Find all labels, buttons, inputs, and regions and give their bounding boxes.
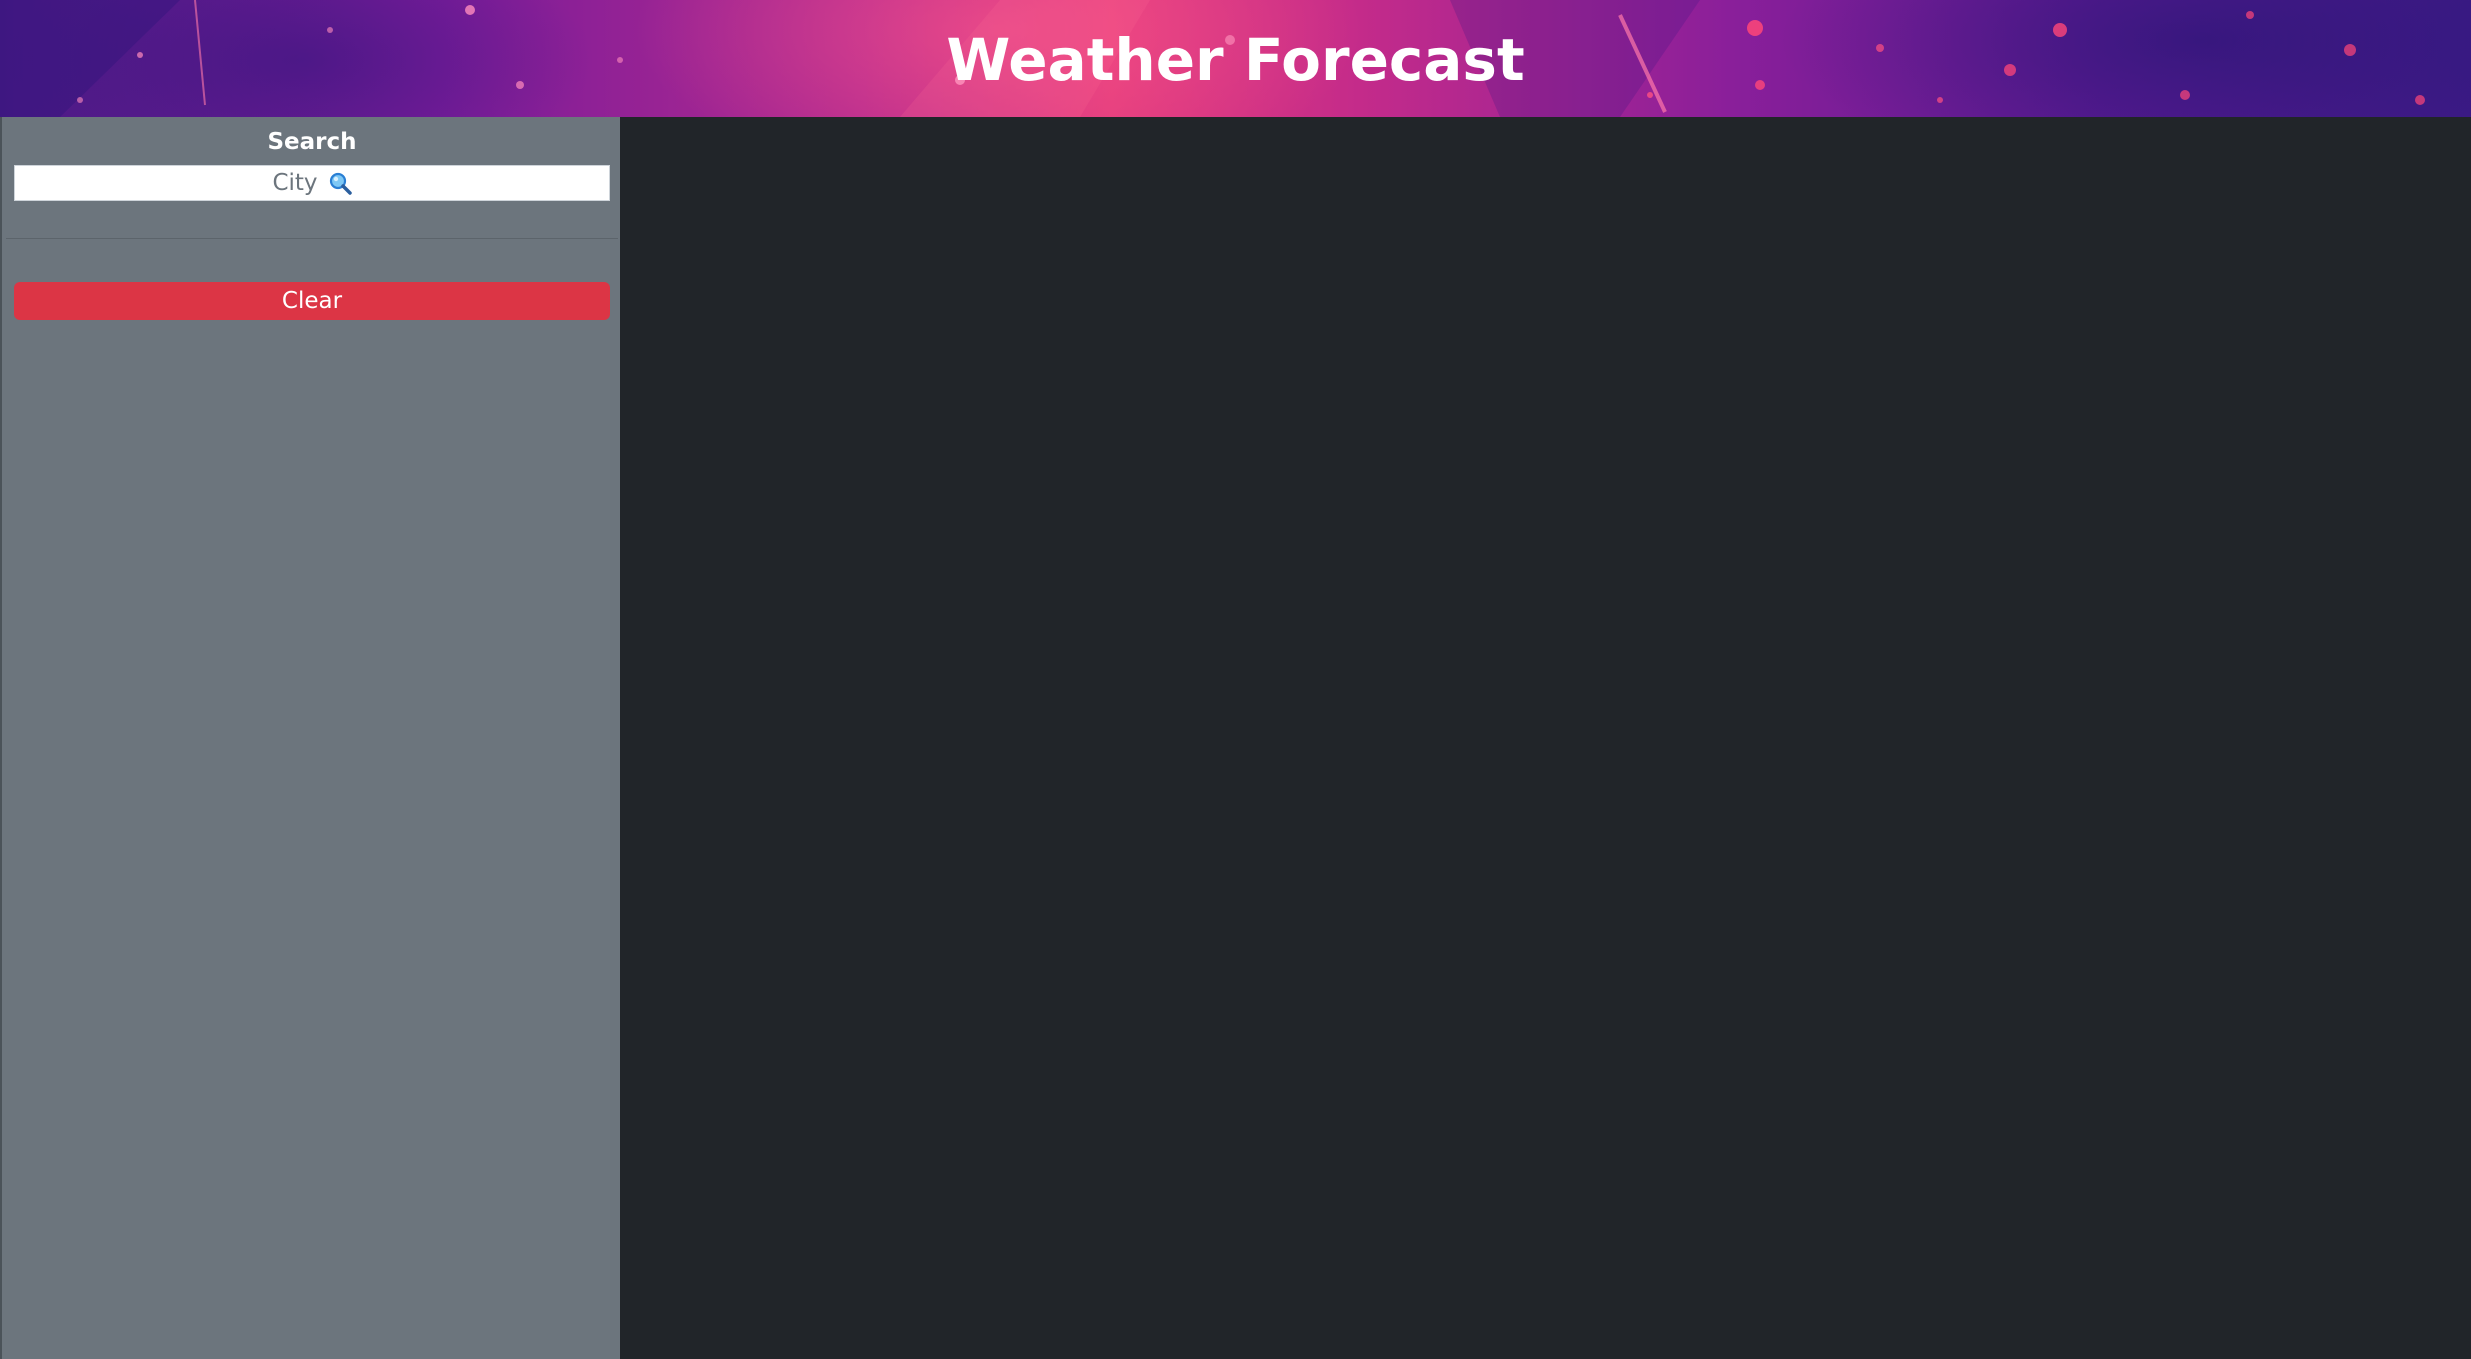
city-search-input[interactable]: City xyxy=(14,165,610,201)
sidebar-divider xyxy=(6,238,618,239)
clear-button[interactable]: Clear xyxy=(14,282,610,320)
page-title: Weather Forecast xyxy=(946,25,1525,94)
magnifying-glass-icon xyxy=(329,172,352,195)
search-heading: Search xyxy=(267,129,357,155)
forecast-content-area xyxy=(620,117,2471,1359)
header-banner: Weather Forecast xyxy=(0,0,2471,117)
app-root: Weather Forecast Search City Clear xyxy=(0,0,2471,1359)
search-sidebar: Search City Clear xyxy=(0,117,620,1359)
search-placeholder: City xyxy=(272,170,318,196)
